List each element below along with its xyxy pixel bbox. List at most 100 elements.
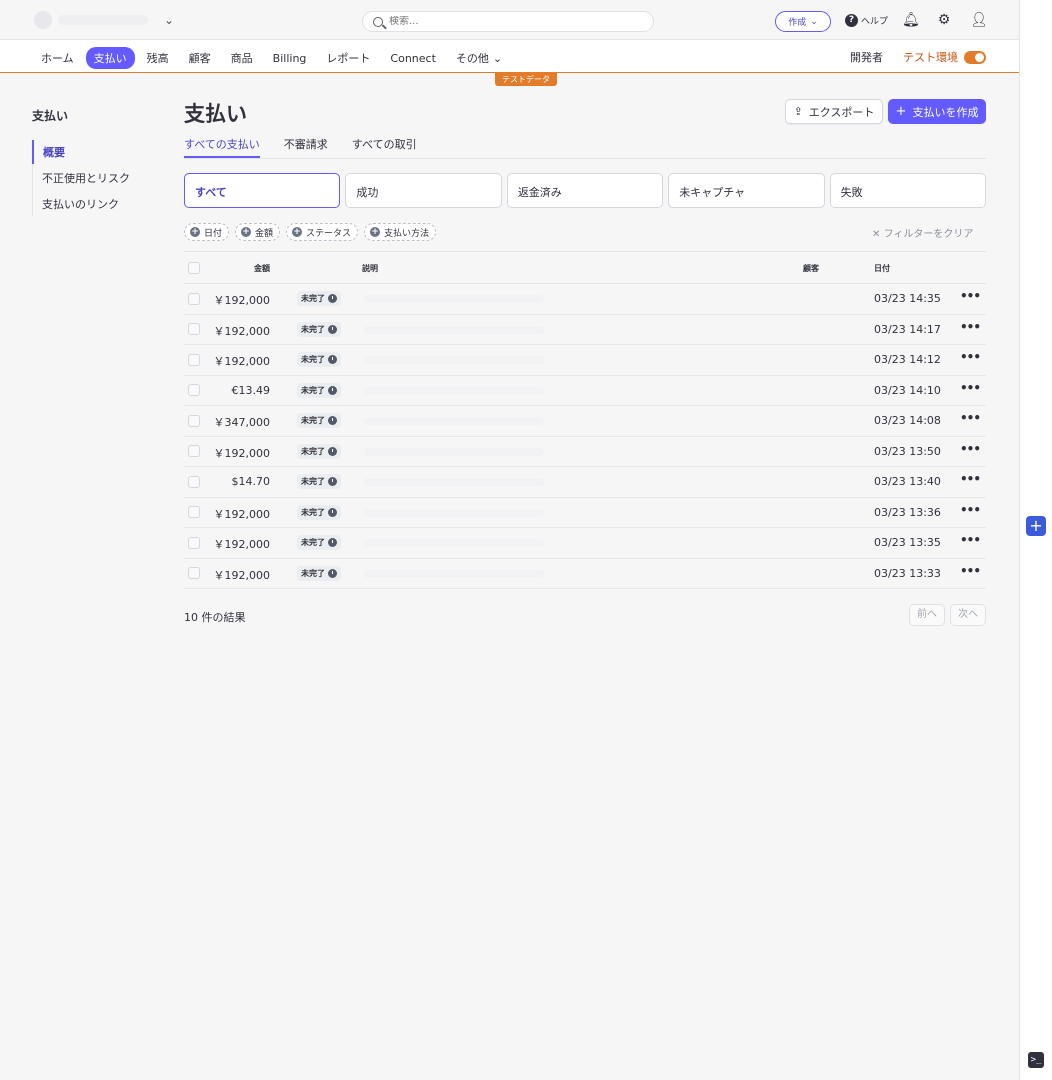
chevron-down-icon: ⌄	[492, 51, 503, 65]
tab-item[interactable]: すべての支払い	[184, 136, 260, 158]
status-filter-card[interactable]: 成功	[345, 173, 502, 208]
account-switcher[interactable]: ⌄	[34, 11, 174, 29]
row-checkbox[interactable]	[188, 323, 200, 336]
table-row[interactable]: €13.49 未完了 03/23 14:10 •••	[184, 376, 986, 406]
create-button[interactable]: 作成 ⌄	[775, 11, 831, 32]
more-icon[interactable]: •••	[960, 472, 981, 486]
nav-right: 開発者 テスト環境	[850, 49, 986, 65]
test-mode-label: テスト環境	[903, 51, 958, 64]
nav-customers[interactable]: 顧客	[181, 47, 219, 69]
pagination: 前へ 次へ	[909, 604, 986, 626]
description-redacted	[364, 447, 544, 456]
description-redacted	[364, 569, 544, 578]
status-filter-card[interactable]: 未キャプチャ	[668, 173, 825, 208]
clock-icon	[328, 446, 337, 456]
top-bar: ⌄ 作成 ⌄ ? ヘルプ 🔔︎ ⚙ 👤︎	[0, 0, 1019, 40]
nav-billing[interactable]: Billing	[265, 49, 315, 68]
sidebar-item[interactable]: 概要	[32, 140, 162, 164]
clock-icon	[328, 507, 337, 517]
table-row[interactable]: ￥192,000 未完了 03/23 13:50 •••	[184, 437, 986, 467]
table-row[interactable]: ￥347,000 未完了 03/23 14:08 •••	[184, 406, 986, 437]
nav-reports[interactable]: レポート	[318, 47, 378, 69]
table-row[interactable]: ￥192,000 未完了 03/23 13:35 •••	[184, 528, 986, 559]
status-badge: 未完了	[297, 504, 341, 520]
header-description: 説明	[362, 264, 378, 273]
row-checkbox[interactable]	[188, 292, 200, 305]
table-row[interactable]: $14.70 未完了 03/23 13:40 •••	[184, 467, 986, 498]
row-checkbox[interactable]	[188, 353, 200, 366]
header-date[interactable]: 日付	[874, 263, 890, 274]
dashboard-app: ⌄ 作成 ⌄ ? ヘルプ 🔔︎ ⚙ 👤︎ ホーム支払い残高顧客商品Billing…	[0, 0, 1019, 1080]
nav-item-label: ホーム	[41, 52, 74, 65]
filter-chip[interactable]: + 日付	[184, 223, 230, 241]
nav-item-label: 残高	[146, 52, 169, 65]
row-checkbox[interactable]	[188, 506, 200, 519]
more-icon[interactable]: •••	[960, 564, 981, 578]
gear-icon[interactable]: ⚙	[936, 12, 952, 28]
filter-chip[interactable]: + 支払い方法	[364, 223, 437, 241]
next-page-button[interactable]: 次へ	[950, 604, 986, 626]
payments-table: 金額 説明 顧客 日付 ￥192,000 未完了 03/23 14:35 ••• ￥19…	[184, 251, 986, 589]
more-icon[interactable]: •••	[960, 289, 981, 303]
more-icon[interactable]: •••	[960, 503, 981, 517]
nav-balances[interactable]: 残高	[139, 47, 177, 69]
status-filter-card[interactable]: すべて	[184, 173, 341, 208]
user-icon[interactable]: 👤︎	[970, 12, 988, 28]
top-icons: ? ヘルプ 🔔︎ ⚙ 👤︎	[845, 12, 1004, 28]
table-row[interactable]: ￥192,000 未完了 03/23 14:17 •••	[184, 315, 986, 345]
test-mode-toggle[interactable]: テスト環境	[903, 49, 986, 65]
row-amount: ￥192,000	[213, 446, 271, 460]
plus-icon[interactable]: +	[1026, 516, 1046, 536]
row-checkbox[interactable]	[188, 445, 200, 458]
search-icon	[373, 16, 383, 27]
toggle-switch[interactable]	[964, 50, 986, 64]
prev-page-button[interactable]: 前へ	[909, 604, 945, 626]
tab-item[interactable]: 不審請求	[284, 136, 328, 158]
nav-payments[interactable]: 支払い	[85, 47, 135, 69]
header-amount[interactable]: 金額	[254, 263, 270, 274]
more-icon[interactable]: •••	[960, 381, 981, 395]
sidebar-item[interactable]: 不正使用とリスク	[33, 166, 162, 190]
filter-chip[interactable]: + ステータス	[286, 223, 359, 241]
table-row[interactable]: ￥192,000 未完了 03/23 14:35 •••	[184, 284, 986, 315]
export-button[interactable]: ⇪ エクスポート	[785, 99, 883, 124]
terminal-icon[interactable]: >_	[1028, 1052, 1044, 1068]
row-checkbox[interactable]	[188, 384, 200, 397]
status-filter-card[interactable]: 失敗	[829, 173, 987, 208]
search-input[interactable]	[389, 16, 629, 27]
status-filter-card[interactable]: 返金済み	[506, 173, 664, 208]
nav-more[interactable]: その他 ⌄	[448, 47, 510, 69]
create-payment-button[interactable]: + 支払いを作成	[888, 99, 986, 124]
more-icon[interactable]: •••	[960, 350, 981, 364]
clear-filters-button[interactable]: ✕ フィルターをクリア	[872, 225, 973, 240]
status-badge: 未完了	[297, 413, 341, 428]
select-all-checkbox[interactable]	[188, 261, 200, 274]
filter-chip[interactable]: + 金額	[235, 223, 281, 241]
sidebar-item[interactable]: 支払いのリンク	[33, 192, 162, 216]
nav-connect[interactable]: Connect	[382, 49, 443, 68]
row-checkbox[interactable]	[188, 475, 200, 488]
more-icon[interactable]: •••	[960, 442, 981, 456]
row-amount: €13.49	[231, 383, 271, 397]
status-badge: 未完了	[297, 382, 341, 398]
account-name-redacted	[58, 15, 148, 25]
table-row[interactable]: ￥192,000 未完了 03/23 13:33 •••	[184, 559, 986, 589]
right-rail: + >_	[1019, 0, 1052, 1080]
table-row[interactable]: ￥192,000 未完了 03/23 14:12 •••	[184, 345, 986, 376]
row-checkbox[interactable]	[188, 567, 200, 580]
nav-products[interactable]: 商品	[223, 47, 261, 69]
help-button[interactable]: ? ヘルプ	[845, 13, 888, 27]
row-checkbox[interactable]	[188, 536, 200, 549]
bell-icon[interactable]: 🔔︎	[902, 12, 920, 28]
more-icon[interactable]: •••	[960, 533, 981, 547]
row-checkbox[interactable]	[188, 414, 200, 427]
tab-item[interactable]: すべての取引	[352, 136, 417, 158]
more-icon[interactable]: •••	[960, 411, 981, 425]
search-bar[interactable]	[362, 11, 654, 32]
table-row[interactable]: ￥192,000 未完了 03/23 13:36 •••	[184, 498, 986, 528]
status-badge: 未完了	[297, 321, 341, 337]
nav-home[interactable]: ホーム	[33, 47, 82, 69]
create-button-label: 作成	[788, 18, 807, 28]
developers-link[interactable]: 開発者	[850, 49, 883, 65]
more-icon[interactable]: •••	[960, 320, 981, 334]
